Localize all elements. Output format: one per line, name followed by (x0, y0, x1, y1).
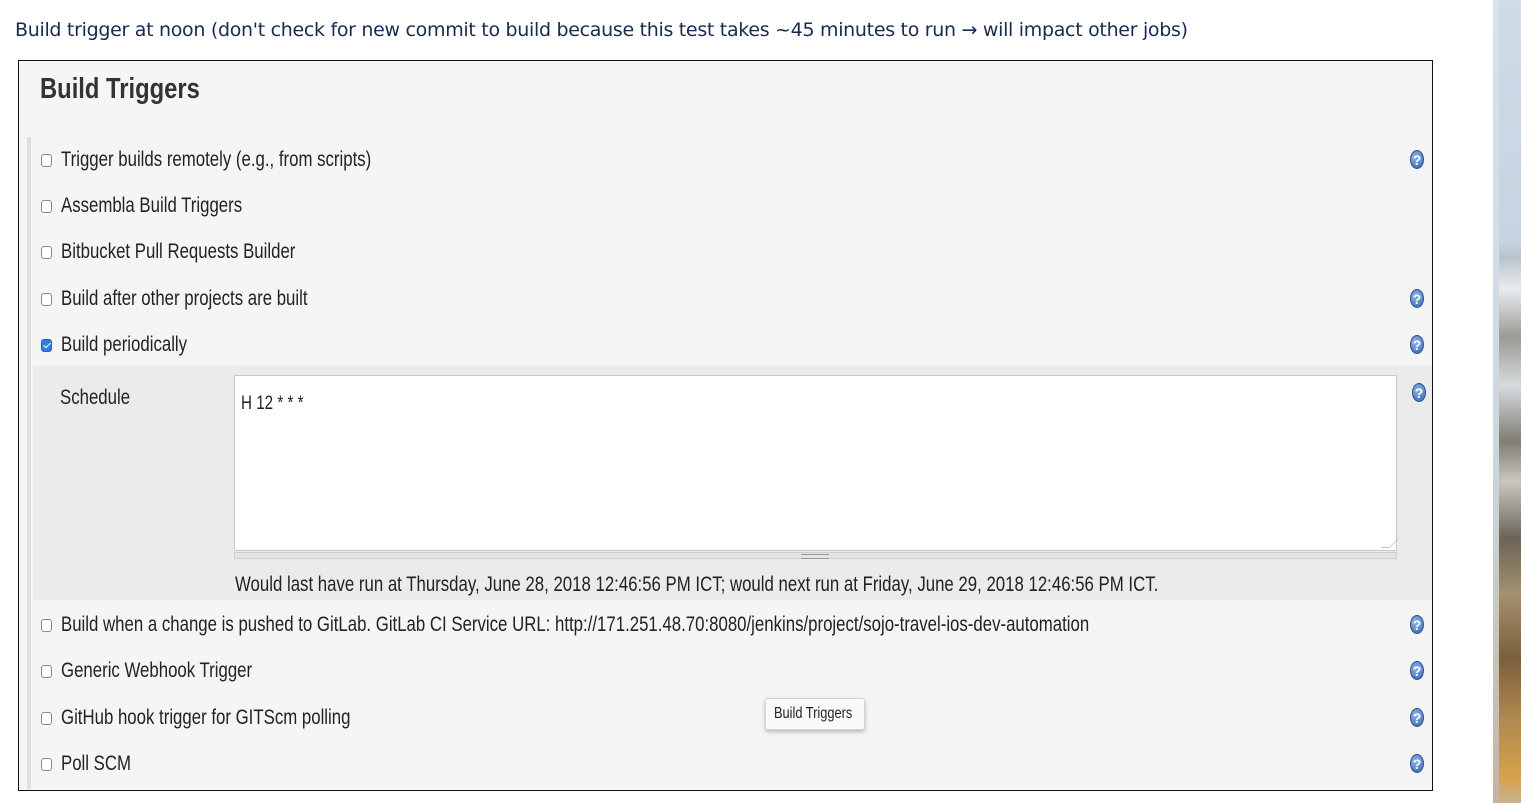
trigger-poll-scm-checkbox[interactable] (41, 758, 52, 771)
help-icon[interactable]: ? (1410, 708, 1424, 727)
tooltip: Build Triggers (765, 698, 865, 730)
resize-grip-icon[interactable] (1380, 539, 1399, 548)
help-icon[interactable]: ? (1410, 615, 1424, 634)
trigger-poll-scm-label[interactable]: Poll SCM (61, 752, 131, 776)
desktop-wallpaper-edge (1493, 0, 1521, 803)
tooltip-text: Build Triggers (774, 705, 853, 722)
help-icon[interactable]: ? (1410, 150, 1424, 169)
trigger-after-other-label[interactable]: Build after other projects are built (61, 287, 308, 311)
trigger-periodically-label[interactable]: Build periodically (61, 333, 187, 357)
trigger-row-generic-webhook: Generic Webhook Trigger ? (39, 656, 1424, 686)
trigger-row-periodically: Build periodically ? (39, 330, 1424, 360)
trigger-row-bitbucket: Bitbucket Pull Requests Builder (39, 237, 1424, 267)
caption-text: Build trigger at noon (don't check for n… (15, 19, 1188, 41)
trigger-generic-webhook-label[interactable]: Generic Webhook Trigger (61, 659, 252, 683)
trigger-github-hook-checkbox[interactable] (41, 712, 52, 725)
panel-title: Build Triggers (40, 73, 200, 105)
trigger-periodically-checkbox[interactable] (41, 339, 52, 352)
section-left-rule (27, 137, 31, 789)
trigger-bitbucket-label[interactable]: Bitbucket Pull Requests Builder (61, 240, 295, 264)
help-icon[interactable]: ? (1410, 754, 1424, 773)
schedule-help-icon[interactable]: ? (1412, 383, 1426, 402)
trigger-bitbucket-checkbox[interactable] (41, 246, 52, 259)
schedule-textarea[interactable]: H 12 * * * (234, 375, 1399, 551)
help-icon[interactable]: ? (1410, 289, 1424, 308)
trigger-row-remote: Trigger builds remotely (e.g., from scri… (39, 145, 1424, 175)
trigger-remote-checkbox[interactable] (41, 154, 52, 167)
trigger-gitlab-label[interactable]: Build when a change is pushed to GitLab.… (61, 613, 1089, 637)
trigger-row-after-other: Build after other projects are built ? (39, 284, 1424, 314)
schedule-resize-bar[interactable] (234, 552, 1397, 559)
trigger-remote-label[interactable]: Trigger builds remotely (e.g., from scri… (61, 148, 371, 172)
trigger-assembla-label[interactable]: Assembla Build Triggers (61, 194, 242, 218)
schedule-run-note: Would last have run at Thursday, June 28… (235, 573, 1159, 596)
build-triggers-panel: Build Triggers Trigger builds remotely (… (18, 60, 1433, 791)
trigger-generic-webhook-checkbox[interactable] (41, 665, 52, 678)
help-icon[interactable]: ? (1410, 335, 1424, 354)
trigger-after-other-checkbox[interactable] (41, 293, 52, 306)
schedule-value: H 12 * * * (241, 393, 304, 414)
trigger-row-assembla: Assembla Build Triggers (39, 191, 1424, 221)
help-icon[interactable]: ? (1410, 661, 1424, 680)
trigger-gitlab-checkbox[interactable] (41, 619, 52, 632)
trigger-row-poll-scm: Poll SCM ? (39, 749, 1424, 779)
trigger-row-github-hook: GitHub hook trigger for GITScm polling ? (39, 703, 1424, 733)
trigger-row-gitlab: Build when a change is pushed to GitLab.… (39, 610, 1424, 640)
trigger-github-hook-label[interactable]: GitHub hook trigger for GITScm polling (61, 706, 350, 730)
schedule-label: Schedule (60, 386, 131, 409)
trigger-assembla-checkbox[interactable] (41, 200, 52, 213)
